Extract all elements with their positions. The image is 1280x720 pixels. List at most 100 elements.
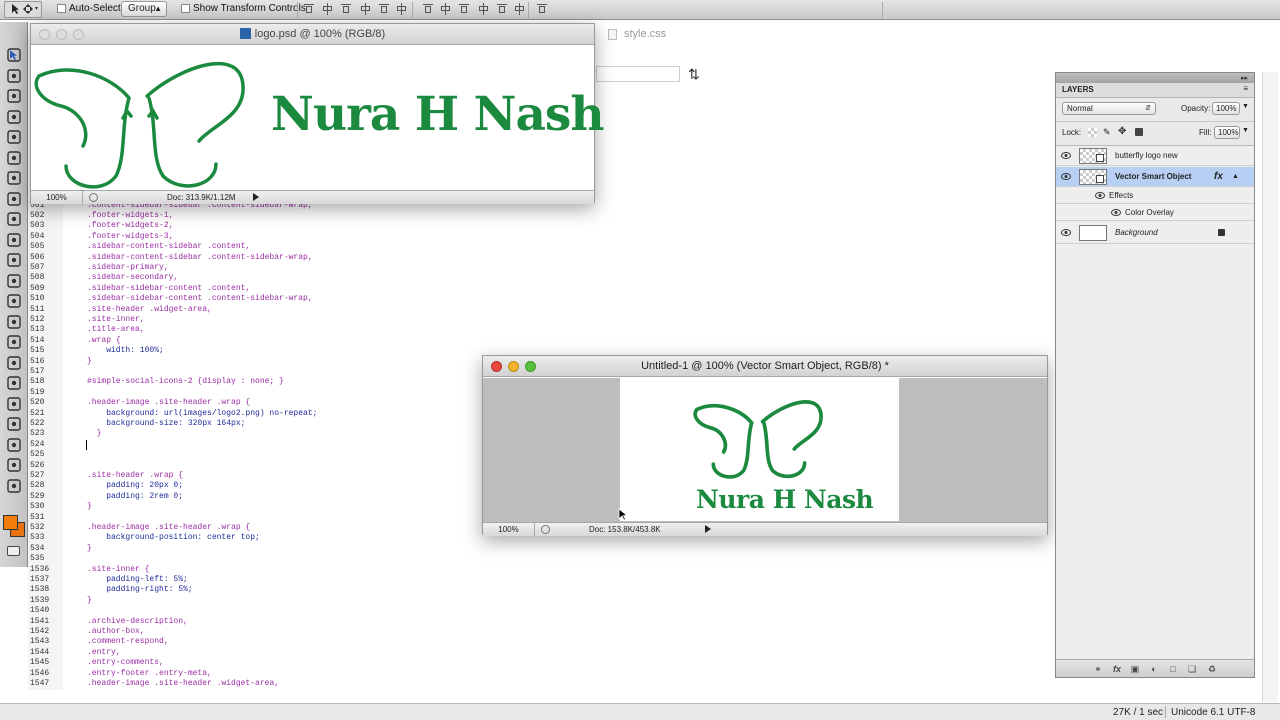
move-tool-icon[interactable] (4, 1, 42, 18)
healing-tool-icon[interactable] (5, 169, 23, 187)
align-button-icon[interactable] (360, 3, 372, 15)
search-input[interactable] (596, 66, 680, 82)
status-menu-arrow-icon[interactable] (705, 525, 711, 533)
link-layers-icon[interactable]: ⚭ (1092, 663, 1104, 675)
adjustment-layer-icon[interactable]: ◐ (1148, 663, 1160, 675)
move-tool-icon[interactable] (5, 46, 23, 64)
collapse-icon[interactable]: ▸▸ (1241, 74, 1248, 82)
shape-tool-icon[interactable] (5, 395, 23, 413)
3d-orbit-tool-icon[interactable] (5, 436, 23, 454)
panel-header[interactable]: ▸▸ (1056, 73, 1254, 83)
3d-rotate-tool-icon[interactable] (5, 415, 23, 433)
add-mask-icon[interactable]: ▣ (1129, 663, 1141, 675)
lock-image-icon[interactable]: ✎ (1103, 127, 1111, 138)
window-title-bar[interactable]: logo.psd @ 100% (RGB/8) (31, 24, 594, 45)
eye-icon[interactable] (1111, 209, 1121, 216)
layer-row-butterfly[interactable]: butterfly logo new (1056, 146, 1254, 166)
zoom-button[interactable] (73, 29, 84, 40)
document-window-logo[interactable]: logo.psd @ 100% (RGB/8) Nura H Nash 100%… (30, 23, 605, 204)
align-button-icon[interactable] (478, 3, 490, 15)
layer-row-vector-smart-object[interactable]: Vector Smart Object fx ▲ (1056, 167, 1254, 187)
document-window-untitled[interactable]: Untitled-1 @ 100% (Vector Smart Object, … (482, 355, 1048, 536)
eye-icon[interactable] (1061, 152, 1071, 159)
pen-tool-icon[interactable] (5, 333, 23, 351)
editor-scrollbar[interactable] (1262, 72, 1278, 702)
align-button-icon[interactable] (378, 3, 390, 15)
dodge-tool-icon[interactable] (5, 313, 23, 331)
blend-mode-dropdown[interactable]: Normal ⇵ (1062, 102, 1156, 115)
collapse-effects-icon[interactable]: ▲ (1232, 167, 1239, 187)
canvas-area[interactable]: Nura H Nash (31, 46, 605, 190)
marquee-tool-icon[interactable] (5, 67, 23, 85)
align-button-icon[interactable] (340, 3, 352, 15)
brush-tool-icon[interactable] (5, 190, 23, 208)
align-button-icon[interactable] (422, 3, 434, 15)
auto-select-checkbox[interactable] (57, 4, 66, 13)
butterfly-logo (34, 61, 245, 189)
align-button-icon[interactable] (440, 3, 452, 15)
align-button-icon[interactable] (514, 3, 526, 15)
opacity-input[interactable]: 100% (1212, 102, 1240, 115)
align-button-icon[interactable] (496, 3, 508, 15)
layer-row-background[interactable]: Background (1056, 222, 1254, 244)
eye-icon[interactable] (1061, 173, 1071, 180)
code-text: .sidebar-content-sidebar .content-sideba… (87, 252, 313, 262)
close-button[interactable] (39, 29, 50, 40)
lock-icon (1218, 229, 1225, 236)
hand-tool-icon[interactable] (5, 456, 23, 474)
align-button-icon[interactable] (458, 3, 470, 15)
fx-icon[interactable]: fx (1214, 167, 1223, 187)
lock-all-icon[interactable] (1135, 128, 1143, 136)
eye-icon[interactable] (1061, 229, 1071, 236)
path-select-tool-icon[interactable] (5, 374, 23, 392)
window-title-bar[interactable]: Untitled-1 @ 100% (Vector Smart Object, … (483, 356, 1047, 377)
lock-position-icon[interactable]: ✥ (1118, 126, 1126, 137)
canvas-area[interactable]: Nura H Nash (620, 378, 899, 521)
new-group-icon[interactable]: □ (1167, 663, 1179, 675)
lock-transparent-icon[interactable] (1088, 128, 1097, 137)
eraser-tool-icon[interactable] (5, 251, 23, 269)
layer-row-color-overlay[interactable]: Color Overlay (1056, 205, 1254, 221)
zoom-level[interactable]: 100% (31, 191, 83, 204)
zoom-tool-icon[interactable] (5, 477, 23, 495)
opacity-arrow-icon[interactable]: ▼ (1242, 103, 1249, 110)
show-transform-checkbox[interactable] (181, 4, 190, 13)
trash-icon[interactable]: ♻ (1206, 663, 1218, 675)
quick-mask-icon[interactable] (7, 546, 20, 556)
clone-stamp-tool-icon[interactable] (5, 210, 23, 228)
minimize-button[interactable] (508, 361, 519, 372)
zoom-button[interactable] (525, 361, 536, 372)
smart-object-icon (1096, 154, 1104, 162)
layer-row-effects[interactable]: Effects (1056, 188, 1254, 204)
quick-select-tool-icon[interactable] (5, 108, 23, 126)
tab-style-css[interactable]: style.css (596, 24, 876, 44)
close-button[interactable] (491, 361, 502, 372)
align-button-icon[interactable] (396, 3, 408, 15)
gradient-tool-icon[interactable] (5, 272, 23, 290)
layers-tab[interactable]: LAYERS (1062, 85, 1094, 94)
new-layer-icon[interactable]: ❏ (1186, 663, 1198, 675)
align-button-icon[interactable] (536, 3, 548, 15)
align-button-icon[interactable] (322, 3, 334, 15)
fill-arrow-icon[interactable]: ▼ (1242, 127, 1249, 134)
auto-select-dropdown[interactable]: Group ▲ (121, 1, 167, 17)
history-brush-tool-icon[interactable] (5, 231, 23, 249)
minimize-button[interactable] (56, 29, 67, 40)
add-style-icon[interactable]: fx (1111, 663, 1123, 675)
panel-menu-icon[interactable]: ≡ (1243, 84, 1248, 93)
align-button-icon[interactable] (303, 3, 315, 15)
fill-input[interactable]: 100% (1214, 126, 1240, 139)
eyedropper-tool-icon[interactable] (5, 149, 23, 167)
status-menu-arrow-icon[interactable] (253, 193, 259, 201)
line-number: 1536 (30, 564, 50, 574)
sort-icon[interactable]: ⇅ (688, 66, 700, 83)
type-tool-icon[interactable] (5, 354, 23, 372)
crop-tool-icon[interactable] (5, 128, 23, 146)
encoding[interactable]: Unicode 6.1 UTF-8 (1171, 707, 1255, 718)
eye-icon[interactable] (1095, 192, 1105, 199)
line-number: 1545 (30, 658, 50, 668)
zoom-level[interactable]: 100% (483, 523, 535, 536)
blur-tool-icon[interactable] (5, 292, 23, 310)
lasso-tool-icon[interactable] (5, 87, 23, 105)
foreground-color-swatch[interactable] (3, 515, 18, 530)
